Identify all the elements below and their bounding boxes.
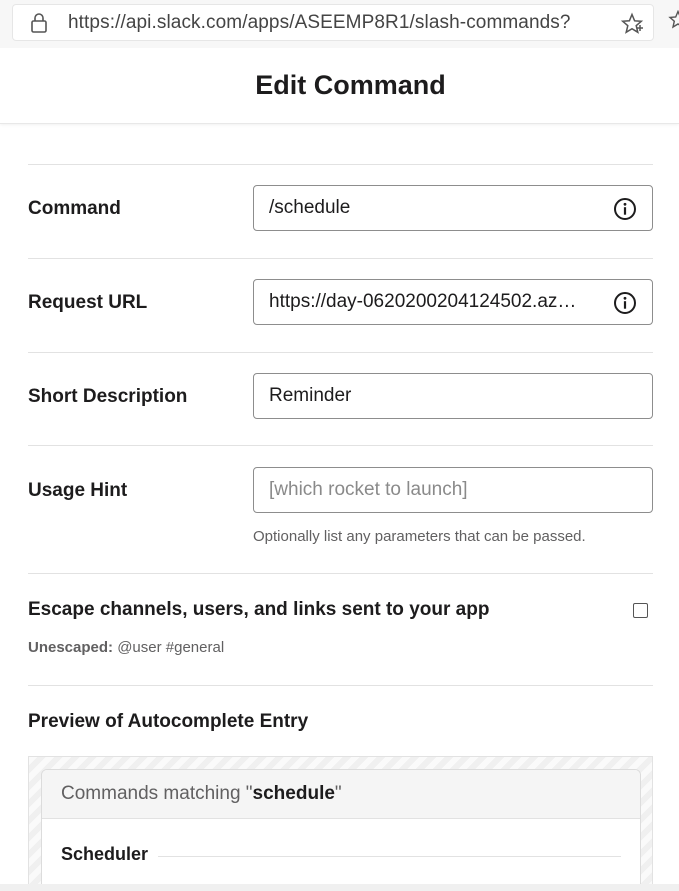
request-url-label: Request URL [28,292,148,313]
usage-hint-placeholder: [which rocket to launch] [269,479,468,500]
address-bar-url[interactable]: https://api.slack.com/apps/ASEEMP8R1/sla… [68,12,571,34]
command-label: Command [28,198,121,219]
short-description-input[interactable]: Reminder [253,373,653,419]
short-description-row: Short Description Reminder [28,353,653,445]
favorites-star-icon[interactable] [668,10,679,30]
unescaped-note: Unescaped: @user #general [28,639,653,656]
escape-checkbox[interactable] [633,603,648,618]
lock-icon [31,13,47,33]
preview-section: Preview of Autocomplete Entry Commands m… [28,686,653,884]
unescaped-label: Unescaped: [28,639,114,656]
address-bar[interactable]: https://api.slack.com/apps/ASEEMP8R1/sla… [12,4,654,41]
app-section-name: Scheduler [61,844,159,865]
matching-term: schedule [252,783,335,804]
command-value: /schedule [269,197,351,218]
short-description-value: Reminder [269,385,352,406]
autocomplete-card: Commands matching " schedule " Scheduler [41,769,641,884]
short-description-label: Short Description [28,386,188,407]
request-url-input[interactable]: https://day-0620200204124502.az… [253,279,653,325]
autocomplete-header: Commands matching " schedule " [42,770,640,819]
unescaped-example: @user #general [117,639,225,656]
command-input[interactable]: /schedule [253,185,653,231]
escape-row: Escape channels, users, and links sent t… [28,574,653,685]
command-row: Command /schedule [28,165,653,258]
info-icon[interactable] [613,291,637,315]
usage-hint-label: Usage Hint [28,480,128,501]
favorite-star-icon[interactable] [620,12,644,36]
matching-suffix: " [334,783,342,804]
info-icon[interactable] [613,197,637,221]
escape-label: Escape channels, users, and links sent t… [28,599,490,620]
preview-heading: Preview of Autocomplete Entry [28,711,309,732]
request-url-row: Request URL https://day-0620200204124502… [28,259,653,352]
page-title: Edit Command [255,70,446,100]
usage-hint-input[interactable]: [which rocket to launch] [253,467,653,513]
edit-command-page: Edit Command Command /schedule Request U… [0,48,679,884]
usage-hint-help: Optionally list any parameters that can … [253,528,586,545]
usage-hint-row: Usage Hint [which rocket to launch] Opti… [28,446,653,573]
window-bottom-edge [0,884,679,891]
matching-prefix: Commands matching " [61,783,253,804]
command-form: Command /schedule Request URL https://da… [28,164,653,884]
browser-toolbar: https://api.slack.com/apps/ASEEMP8R1/sla… [0,0,679,48]
page-header: Edit Command [0,48,679,124]
autocomplete-preview: Commands matching " schedule " Scheduler [28,756,653,884]
request-url-value: https://day-0620200204124502.az… [269,291,577,312]
